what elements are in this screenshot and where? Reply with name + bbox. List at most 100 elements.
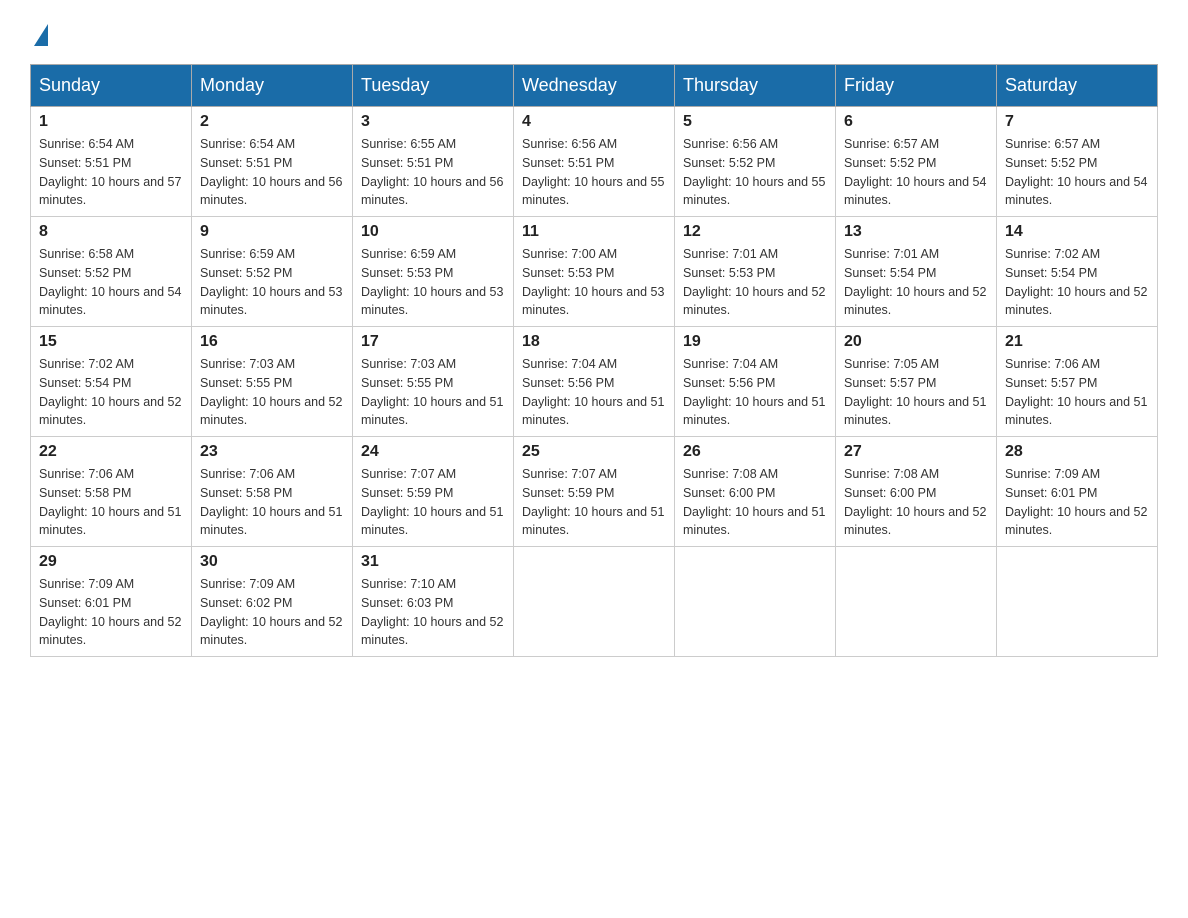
calendar-cell: 12 Sunrise: 7:01 AMSunset: 5:53 PMDayligh… <box>675 217 836 327</box>
day-number: 18 <box>522 333 666 351</box>
day-info: Sunrise: 6:56 AMSunset: 5:51 PMDaylight:… <box>522 135 666 210</box>
day-number: 20 <box>844 333 988 351</box>
calendar-cell: 28 Sunrise: 7:09 AMSunset: 6:01 PMDayligh… <box>997 437 1158 547</box>
logo-triangle-icon <box>34 24 48 46</box>
calendar-cell: 24 Sunrise: 7:07 AMSunset: 5:59 PMDayligh… <box>353 437 514 547</box>
calendar-week-row: 22 Sunrise: 7:06 AMSunset: 5:58 PMDayligh… <box>31 437 1158 547</box>
day-number: 10 <box>361 223 505 241</box>
calendar-cell: 17Sunrise: 7:03 AMSunset: 5:55 PMDayligh… <box>353 327 514 437</box>
day-number: 29 <box>39 553 183 571</box>
day-info: Sunrise: 7:09 AMSunset: 6:02 PMDaylight:… <box>200 575 344 650</box>
calendar-cell: 9 Sunrise: 6:59 AMSunset: 5:52 PMDaylight… <box>192 217 353 327</box>
day-number: 5 <box>683 113 827 131</box>
day-number: 24 <box>361 443 505 461</box>
calendar-cell <box>997 547 1158 657</box>
calendar-cell <box>514 547 675 657</box>
day-number: 26 <box>683 443 827 461</box>
calendar-cell: 5Sunrise: 6:56 AMSunset: 5:52 PMDaylight… <box>675 107 836 217</box>
day-number: 28 <box>1005 443 1149 461</box>
day-number: 3 <box>361 113 505 131</box>
day-info: Sunrise: 7:07 AMSunset: 5:59 PMDaylight:… <box>522 465 666 540</box>
calendar-cell: 29 Sunrise: 7:09 AMSunset: 6:01 PMDayligh… <box>31 547 192 657</box>
day-info: Sunrise: 7:03 AMSunset: 5:55 PMDaylight:… <box>200 355 344 430</box>
day-number: 13 <box>844 223 988 241</box>
calendar-table: SundayMondayTuesdayWednesdayThursdayFrid… <box>30 64 1158 657</box>
column-header-tuesday: Tuesday <box>353 65 514 107</box>
calendar-cell: 21 Sunrise: 7:06 AMSunset: 5:57 PMDayligh… <box>997 327 1158 437</box>
calendar-week-row: 15 Sunrise: 7:02 AMSunset: 5:54 PMDayligh… <box>31 327 1158 437</box>
day-info: Sunrise: 7:02 AMSunset: 5:54 PMDaylight:… <box>1005 245 1149 320</box>
day-info: Sunrise: 7:09 AMSunset: 6:01 PMDaylight:… <box>39 575 183 650</box>
calendar-header-row: SundayMondayTuesdayWednesdayThursdayFrid… <box>31 65 1158 107</box>
day-info: Sunrise: 6:55 AMSunset: 5:51 PMDaylight:… <box>361 135 505 210</box>
calendar-cell: 26 Sunrise: 7:08 AMSunset: 6:00 PMDayligh… <box>675 437 836 547</box>
day-info: Sunrise: 7:01 AMSunset: 5:53 PMDaylight:… <box>683 245 827 320</box>
column-header-friday: Friday <box>836 65 997 107</box>
day-number: 12 <box>683 223 827 241</box>
calendar-cell: 2Sunrise: 6:54 AMSunset: 5:51 PMDaylight… <box>192 107 353 217</box>
calendar-week-row: 1 Sunrise: 6:54 AMSunset: 5:51 PMDaylight… <box>31 107 1158 217</box>
column-header-sunday: Sunday <box>31 65 192 107</box>
day-number: 4 <box>522 113 666 131</box>
day-info: Sunrise: 6:57 AMSunset: 5:52 PMDaylight:… <box>844 135 988 210</box>
calendar-cell: 3 Sunrise: 6:55 AMSunset: 5:51 PMDaylight… <box>353 107 514 217</box>
calendar-cell: 16 Sunrise: 7:03 AMSunset: 5:55 PMDayligh… <box>192 327 353 437</box>
day-number: 15 <box>39 333 183 351</box>
calendar-cell: 8Sunrise: 6:58 AMSunset: 5:52 PMDaylight… <box>31 217 192 327</box>
day-info: Sunrise: 6:57 AMSunset: 5:52 PMDaylight:… <box>1005 135 1149 210</box>
day-number: 1 <box>39 113 183 131</box>
column-header-monday: Monday <box>192 65 353 107</box>
calendar-cell: 4 Sunrise: 6:56 AMSunset: 5:51 PMDaylight… <box>514 107 675 217</box>
day-info: Sunrise: 7:06 AMSunset: 5:58 PMDaylight:… <box>200 465 344 540</box>
day-number: 21 <box>1005 333 1149 351</box>
day-info: Sunrise: 7:06 AMSunset: 5:57 PMDaylight:… <box>1005 355 1149 430</box>
day-info: Sunrise: 7:07 AMSunset: 5:59 PMDaylight:… <box>361 465 505 540</box>
calendar-cell: 7 Sunrise: 6:57 AMSunset: 5:52 PMDaylight… <box>997 107 1158 217</box>
day-info: Sunrise: 7:09 AMSunset: 6:01 PMDaylight:… <box>1005 465 1149 540</box>
day-number: 17 <box>361 333 505 351</box>
day-number: 7 <box>1005 113 1149 131</box>
calendar-cell: 10Sunrise: 6:59 AMSunset: 5:53 PMDayligh… <box>353 217 514 327</box>
day-number: 14 <box>1005 223 1149 241</box>
day-number: 25 <box>522 443 666 461</box>
day-info: Sunrise: 7:01 AMSunset: 5:54 PMDaylight:… <box>844 245 988 320</box>
day-info: Sunrise: 7:02 AMSunset: 5:54 PMDaylight:… <box>39 355 183 430</box>
day-number: 23 <box>200 443 344 461</box>
day-number: 30 <box>200 553 344 571</box>
calendar-week-row: 29 Sunrise: 7:09 AMSunset: 6:01 PMDayligh… <box>31 547 1158 657</box>
day-info: Sunrise: 7:04 AMSunset: 5:56 PMDaylight:… <box>522 355 666 430</box>
calendar-cell <box>675 547 836 657</box>
day-number: 16 <box>200 333 344 351</box>
column-header-thursday: Thursday <box>675 65 836 107</box>
calendar-cell: 6 Sunrise: 6:57 AMSunset: 5:52 PMDaylight… <box>836 107 997 217</box>
day-number: 11 <box>522 223 666 241</box>
calendar-cell: 11 Sunrise: 7:00 AMSunset: 5:53 PMDayligh… <box>514 217 675 327</box>
day-number: 8 <box>39 223 183 241</box>
day-number: 27 <box>844 443 988 461</box>
day-info: Sunrise: 6:59 AMSunset: 5:52 PMDaylight:… <box>200 245 344 320</box>
day-info: Sunrise: 7:00 AMSunset: 5:53 PMDaylight:… <box>522 245 666 320</box>
calendar-cell: 30 Sunrise: 7:09 AMSunset: 6:02 PMDayligh… <box>192 547 353 657</box>
calendar-cell: 22 Sunrise: 7:06 AMSunset: 5:58 PMDayligh… <box>31 437 192 547</box>
calendar-cell: 25 Sunrise: 7:07 AMSunset: 5:59 PMDayligh… <box>514 437 675 547</box>
calendar-cell <box>836 547 997 657</box>
calendar-cell: 31Sunrise: 7:10 AMSunset: 6:03 PMDayligh… <box>353 547 514 657</box>
calendar-cell: 18 Sunrise: 7:04 AMSunset: 5:56 PMDayligh… <box>514 327 675 437</box>
day-info: Sunrise: 7:08 AMSunset: 6:00 PMDaylight:… <box>683 465 827 540</box>
calendar-cell: 23 Sunrise: 7:06 AMSunset: 5:58 PMDayligh… <box>192 437 353 547</box>
calendar-cell: 19Sunrise: 7:04 AMSunset: 5:56 PMDayligh… <box>675 327 836 437</box>
day-info: Sunrise: 7:10 AMSunset: 6:03 PMDaylight:… <box>361 575 505 650</box>
day-info: Sunrise: 6:54 AMSunset: 5:51 PMDaylight:… <box>39 135 183 210</box>
day-number: 6 <box>844 113 988 131</box>
calendar-cell: 13 Sunrise: 7:01 AMSunset: 5:54 PMDayligh… <box>836 217 997 327</box>
day-number: 9 <box>200 223 344 241</box>
column-header-wednesday: Wednesday <box>514 65 675 107</box>
day-info: Sunrise: 7:06 AMSunset: 5:58 PMDaylight:… <box>39 465 183 540</box>
calendar-cell: 27Sunrise: 7:08 AMSunset: 6:00 PMDayligh… <box>836 437 997 547</box>
calendar-cell: 15 Sunrise: 7:02 AMSunset: 5:54 PMDayligh… <box>31 327 192 437</box>
day-info: Sunrise: 6:54 AMSunset: 5:51 PMDaylight:… <box>200 135 344 210</box>
day-number: 22 <box>39 443 183 461</box>
day-info: Sunrise: 7:05 AMSunset: 5:57 PMDaylight:… <box>844 355 988 430</box>
calendar-cell: 1 Sunrise: 6:54 AMSunset: 5:51 PMDaylight… <box>31 107 192 217</box>
day-number: 19 <box>683 333 827 351</box>
